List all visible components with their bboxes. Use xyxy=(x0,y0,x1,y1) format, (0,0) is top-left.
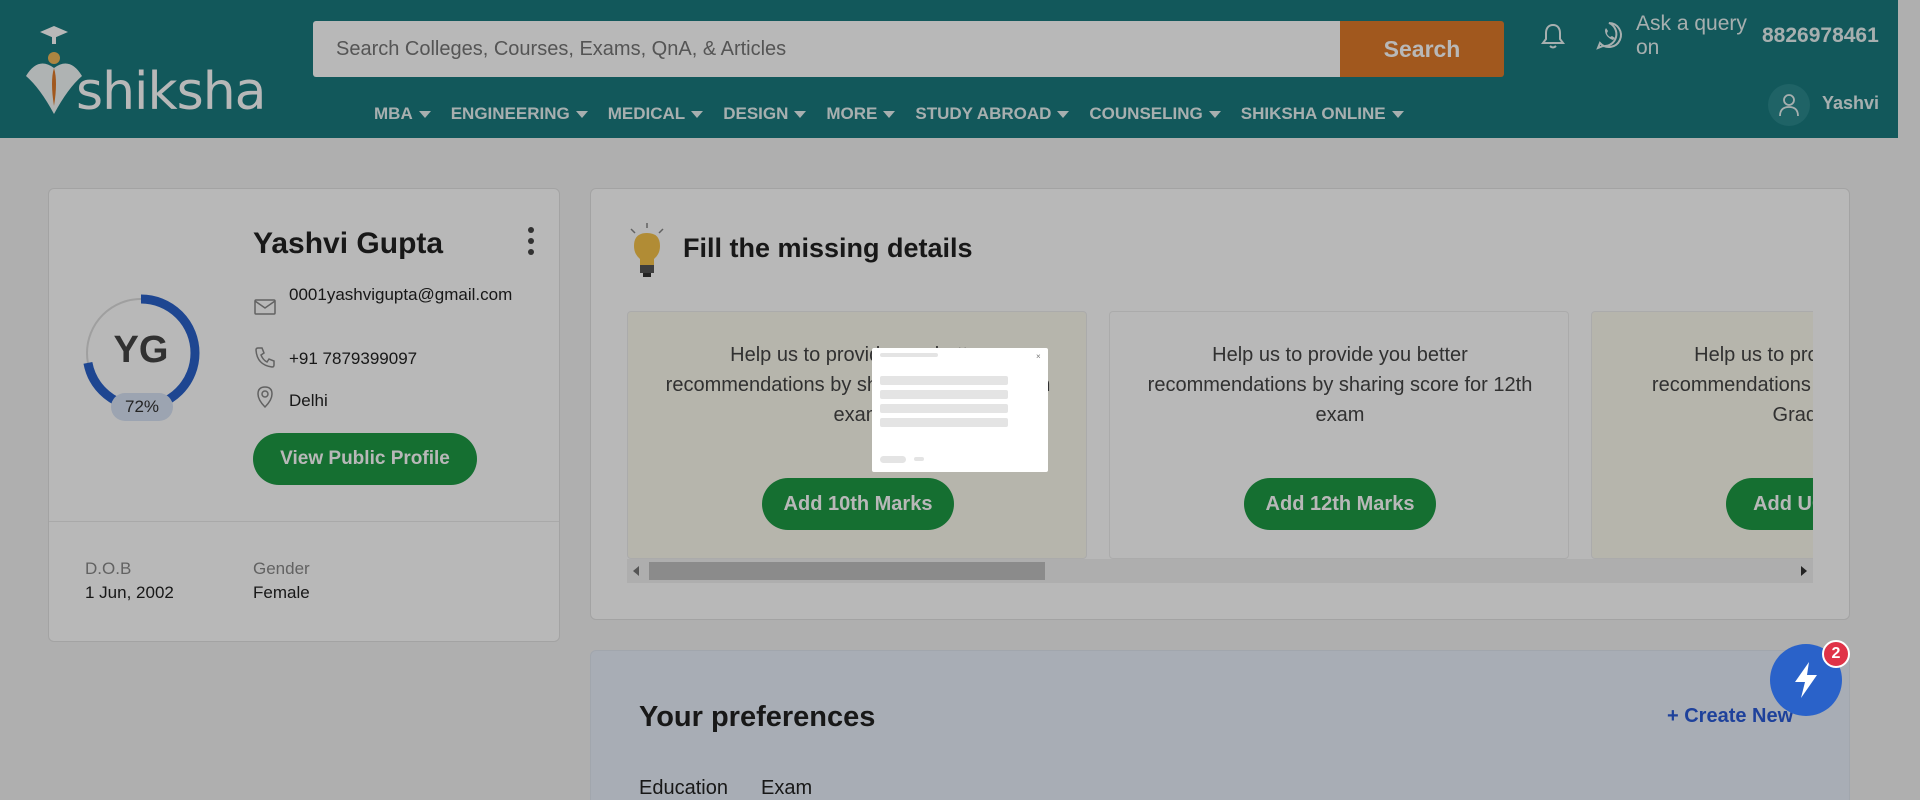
skeleton-line xyxy=(880,418,1008,427)
close-icon[interactable]: × xyxy=(1036,352,1041,361)
skeleton-line xyxy=(880,404,1008,413)
notification-count-badge: 2 xyxy=(1822,640,1850,668)
skeleton-line xyxy=(914,457,924,461)
skeleton-line xyxy=(880,353,938,357)
skeleton-button xyxy=(880,456,906,463)
skeleton-line xyxy=(880,390,1008,399)
lightning-bolt-icon xyxy=(1795,662,1817,698)
loading-modal: × xyxy=(872,348,1048,472)
skeleton-line xyxy=(880,376,1008,385)
